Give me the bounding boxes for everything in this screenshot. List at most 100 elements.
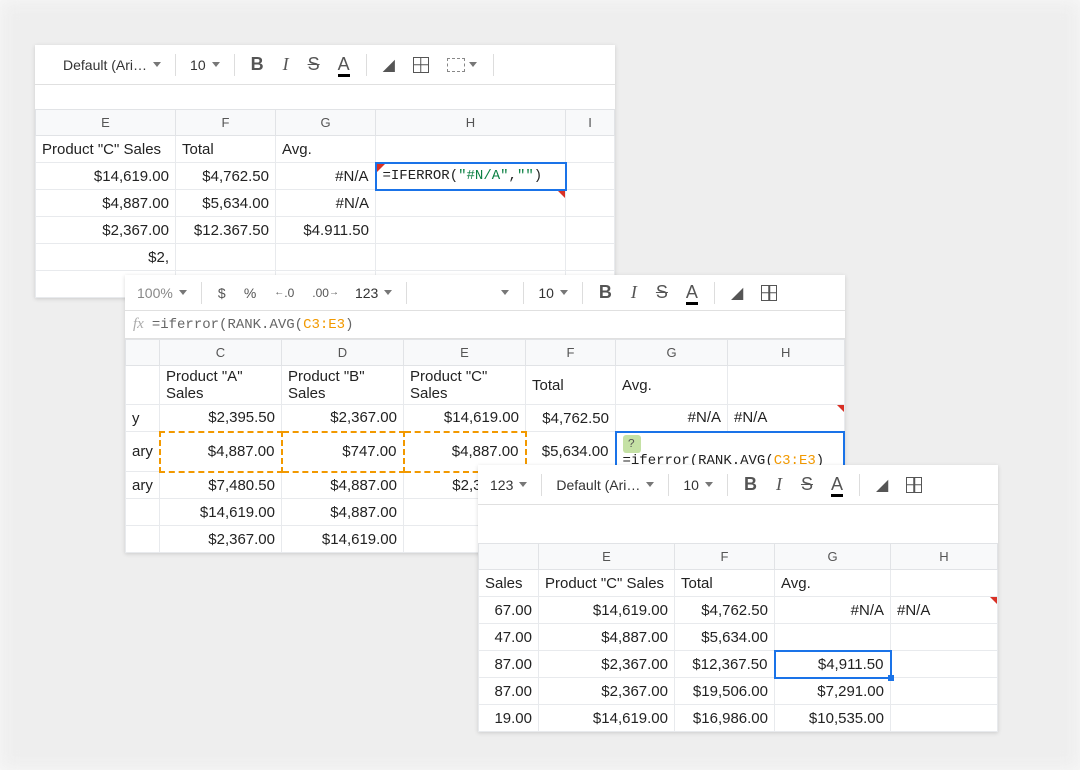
- merge-button[interactable]: [439, 52, 485, 78]
- selected-cell[interactable]: $4,911.50: [775, 651, 891, 678]
- cell[interactable]: [126, 526, 160, 553]
- cell[interactable]: [775, 624, 891, 651]
- size-select[interactable]: 10: [184, 53, 226, 77]
- borders-button[interactable]: [898, 471, 930, 499]
- cell[interactable]: $14,619.00: [36, 163, 176, 190]
- fill-color-button[interactable]: ◢: [375, 49, 403, 81]
- col-header[interactable]: H: [891, 544, 998, 570]
- col-header[interactable]: I: [566, 110, 615, 136]
- cell[interactable]: $2,367.00: [36, 217, 176, 244]
- col-header[interactable]: [479, 544, 539, 570]
- col-header[interactable]: H: [376, 110, 566, 136]
- cell[interactable]: Total: [526, 366, 616, 405]
- cell[interactable]: $7,480.50: [160, 472, 282, 499]
- cell[interactable]: [566, 244, 615, 271]
- strike-button[interactable]: S: [648, 276, 676, 309]
- cell[interactable]: Product "C" Sales: [36, 136, 176, 163]
- fill-color-button[interactable]: ◢: [723, 277, 751, 309]
- col-header[interactable]: F: [526, 340, 616, 366]
- cell[interactable]: $14,619.00: [404, 405, 526, 432]
- cell[interactable]: [176, 244, 276, 271]
- help-icon[interactable]: ?: [623, 435, 641, 453]
- cell[interactable]: $4,887.00: [282, 472, 404, 499]
- cell[interactable]: $4,887.00: [539, 624, 675, 651]
- zoom-select[interactable]: 100%: [131, 281, 193, 305]
- cell[interactable]: Product "C" Sales: [539, 570, 675, 597]
- cell[interactable]: [376, 136, 566, 163]
- text-color-button[interactable]: A: [330, 48, 358, 81]
- cell[interactable]: $14,619.00: [539, 597, 675, 624]
- col-header[interactable]: G: [276, 110, 376, 136]
- cell[interactable]: #N/A: [728, 405, 845, 432]
- col-header[interactable]: C: [160, 340, 282, 366]
- cell[interactable]: $10,535.00: [775, 705, 891, 732]
- bold-button[interactable]: B: [591, 276, 620, 309]
- cell[interactable]: $2,395.50: [160, 405, 282, 432]
- cell[interactable]: [126, 499, 160, 526]
- cell[interactable]: [126, 366, 160, 405]
- strike-button[interactable]: S: [793, 468, 821, 501]
- percent-button[interactable]: %: [236, 279, 264, 307]
- col-header[interactable]: H: [728, 340, 845, 366]
- cell[interactable]: $5,634.00: [176, 190, 276, 217]
- grid-1[interactable]: E F G H I Product "C" Sales Total Avg. $…: [35, 109, 615, 298]
- cell[interactable]: #N/A: [276, 163, 376, 190]
- cell[interactable]: 19.00: [479, 705, 539, 732]
- cell[interactable]: $747.00: [282, 432, 404, 472]
- cell[interactable]: $4,887.00: [160, 432, 282, 472]
- col-header[interactable]: E: [36, 110, 176, 136]
- cell[interactable]: 47.00: [479, 624, 539, 651]
- format-select[interactable]: 123: [484, 473, 533, 497]
- cell[interactable]: $2,: [36, 244, 176, 271]
- cell[interactable]: $14,619.00: [282, 526, 404, 553]
- cell[interactable]: Sales: [479, 570, 539, 597]
- cell[interactable]: [891, 651, 998, 678]
- text-color-button[interactable]: A: [823, 468, 851, 501]
- dec-increase-button[interactable]: .00→: [304, 280, 347, 306]
- col-header[interactable]: D: [282, 340, 404, 366]
- cell[interactable]: $4,762.50: [675, 597, 775, 624]
- cell[interactable]: $4,762.50: [526, 405, 616, 432]
- cell[interactable]: [891, 624, 998, 651]
- cell[interactable]: Product "A" Sales: [160, 366, 282, 405]
- cell[interactable]: [276, 244, 376, 271]
- cell[interactable]: $19,506.00: [675, 678, 775, 705]
- cell[interactable]: Avg.: [616, 366, 728, 405]
- italic-button[interactable]: I: [274, 48, 298, 81]
- cell[interactable]: Product "B" Sales: [282, 366, 404, 405]
- size-select[interactable]: 10: [677, 473, 719, 497]
- cell[interactable]: $16,986.00: [675, 705, 775, 732]
- cell[interactable]: [376, 244, 566, 271]
- col-header[interactable]: F: [675, 544, 775, 570]
- cell[interactable]: [891, 678, 998, 705]
- bold-button[interactable]: B: [243, 48, 272, 81]
- cell[interactable]: y: [126, 405, 160, 432]
- formula-cell[interactable]: =IFERROR("#N/A",""): [376, 163, 566, 190]
- cell[interactable]: $14,619.00: [539, 705, 675, 732]
- font-select[interactable]: Default (Ari…: [57, 53, 167, 77]
- format-select[interactable]: 123: [349, 281, 398, 305]
- cell[interactable]: [891, 570, 998, 597]
- cell[interactable]: 87.00: [479, 651, 539, 678]
- cell[interactable]: $12.367.50: [176, 217, 276, 244]
- borders-button[interactable]: [405, 51, 437, 79]
- col-header[interactable]: F: [176, 110, 276, 136]
- cell[interactable]: [566, 136, 615, 163]
- font-select[interactable]: Default (Ari…: [550, 473, 660, 497]
- italic-button[interactable]: I: [622, 276, 646, 309]
- cell[interactable]: $12,367.50: [675, 651, 775, 678]
- cell[interactable]: Product "C" Sales: [404, 366, 526, 405]
- cell[interactable]: $4,887.00: [282, 499, 404, 526]
- cell[interactable]: Avg.: [775, 570, 891, 597]
- col-header[interactable]: [126, 340, 160, 366]
- cell[interactable]: $5,634.00: [675, 624, 775, 651]
- col-header[interactable]: G: [775, 544, 891, 570]
- font-select[interactable]: [415, 286, 515, 299]
- cell[interactable]: $4,887.00: [36, 190, 176, 217]
- cell[interactable]: $7,291.00: [775, 678, 891, 705]
- cell[interactable]: [376, 217, 566, 244]
- col-header[interactable]: G: [616, 340, 728, 366]
- col-header[interactable]: E: [539, 544, 675, 570]
- cell[interactable]: #N/A: [616, 405, 728, 432]
- cell[interactable]: ary: [126, 472, 160, 499]
